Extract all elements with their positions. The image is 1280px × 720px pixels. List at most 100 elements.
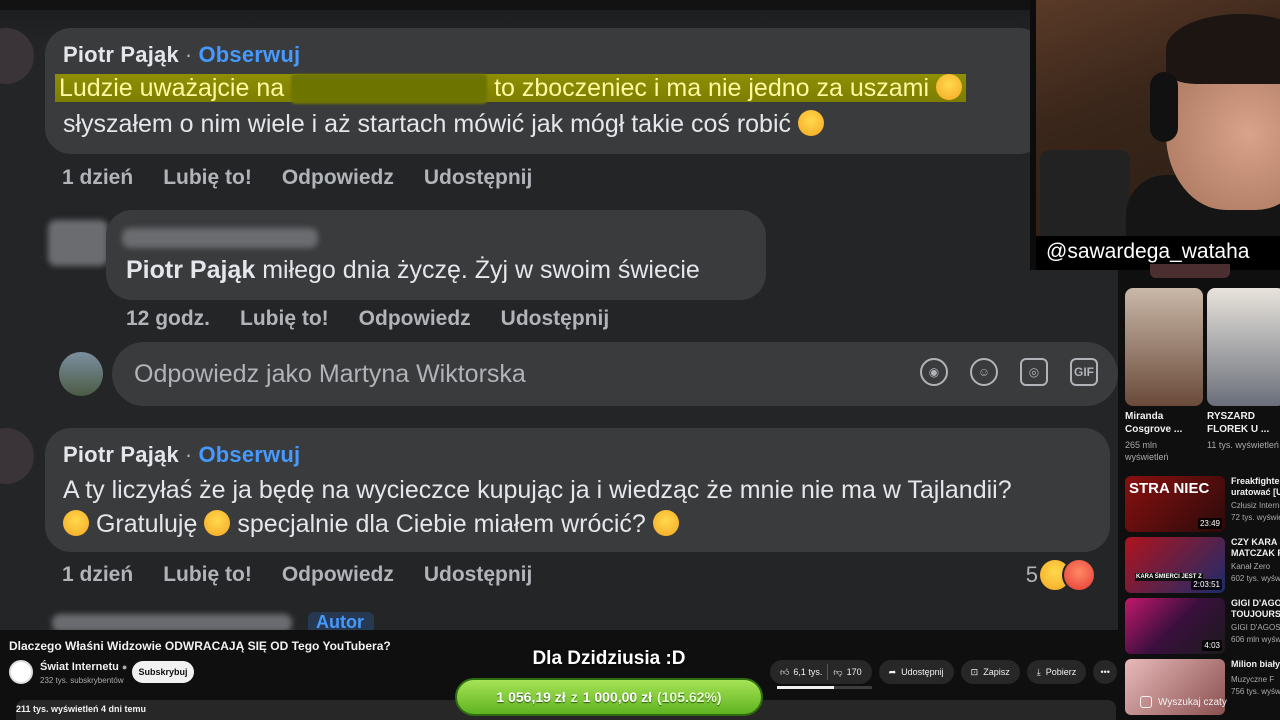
reply-bubble: Piotr Pająk miłego dnia życzę. Żyj w swo… bbox=[106, 210, 766, 300]
like-link: Lubię to! bbox=[163, 563, 252, 586]
share-link: Udostępnij bbox=[423, 563, 533, 586]
reply-actions: 12 godz. Lubię to! Odpowiedz Udostępnij bbox=[126, 307, 609, 331]
verified-icon: ● bbox=[121, 662, 128, 672]
comment-time: 1 dzień bbox=[62, 166, 134, 189]
duration: 4:03 bbox=[1202, 640, 1222, 651]
donation-goal: 1 000,00 zł bbox=[582, 689, 652, 705]
bookmark-icon: ⊡ bbox=[970, 666, 979, 677]
reaction-count: 5 bbox=[1025, 562, 1038, 587]
like-link: Lubię to! bbox=[163, 166, 252, 189]
video-thumbnail: KARA ŚMIERCI JEST Z 2:03:51 bbox=[1125, 537, 1225, 593]
redacted-avatar bbox=[48, 220, 108, 266]
redacted-author bbox=[52, 614, 292, 630]
highlighted-text: Ludzie uważajcie na to zboczeniec i ma n… bbox=[55, 74, 966, 105]
shorts-row: Miranda Cosgrove ... 265 mln wyświetleń … bbox=[1125, 288, 1280, 463]
related-video[interactable]: STRA NIEC 23:49 Freakfighter, uratować [… bbox=[1125, 476, 1280, 532]
camera-icon: ◎ bbox=[1020, 358, 1048, 386]
comment-author: Piotr Pająk bbox=[63, 442, 179, 467]
comment-bubble: Piotr Pająk · Obserwuj Ludzie uważajcie na… bbox=[45, 28, 1045, 154]
user-avatar bbox=[59, 352, 103, 396]
follow-link: Obserwuj bbox=[198, 442, 301, 467]
comment-time: 1 dzień bbox=[62, 563, 134, 586]
donation-percent: (105.62%) bbox=[656, 689, 722, 705]
donation-goal-title: Dla Dzidziusia :D bbox=[532, 648, 686, 669]
short-card[interactable]: RYSZARD FLOREK U ... 11 tys. wyświetleń bbox=[1207, 288, 1280, 463]
short-views: 11 tys. wyświetleń bbox=[1207, 440, 1279, 450]
comment-author-line: Piotr Pająk · Obserwuj bbox=[63, 442, 301, 467]
search-chats-button[interactable]: Wyszukaj czaty bbox=[1140, 696, 1227, 708]
comment-author-line: Piotr Pająk · Obserwuj bbox=[63, 42, 301, 67]
reply-link: Odpowiedz bbox=[281, 166, 394, 189]
channel-name[interactable]: Świat Internetu ● bbox=[40, 661, 127, 673]
save-button[interactable]: ⊡ Zapisz bbox=[960, 660, 1020, 684]
reply-link: Odpowiedz bbox=[358, 307, 471, 330]
short-title: RYSZARD FLOREK U ... bbox=[1207, 411, 1270, 435]
video-thumbnail: 4:03 bbox=[1125, 598, 1225, 654]
comment-text: Ludzie uważajcie na to zboczeniec i ma n… bbox=[55, 70, 966, 106]
reply-placeholder: Odpowiedz jako Martyna Wiktorska bbox=[134, 360, 526, 388]
donation-goal-bar: 1 056,19 zł z 1 000,00 zł (105.62%) bbox=[455, 678, 763, 716]
video-progress-bar[interactable] bbox=[777, 686, 872, 689]
share-link: Udostępnij bbox=[500, 307, 610, 330]
video-player[interactable]: Piotr Pająk · Obserwuj Ludzie uważajcie na… bbox=[0, 0, 1118, 630]
short-card[interactable]: Miranda Cosgrove ... 265 mln wyświetleń bbox=[1125, 288, 1203, 463]
reply-time: 12 godz. bbox=[126, 307, 211, 330]
tired-face-emoji-icon bbox=[797, 110, 824, 137]
comment-actions: 1 dzień Lubię to! Odpowiedz Udostępnij bbox=[62, 563, 532, 587]
thumbnail-fragment bbox=[1150, 264, 1230, 278]
author-badge: Autor bbox=[308, 612, 374, 630]
like-link: Lubię to! bbox=[240, 307, 329, 330]
angry-reaction-icon bbox=[1062, 558, 1096, 592]
donation-of: z bbox=[570, 689, 578, 705]
progress-fill bbox=[777, 686, 834, 689]
download-icon: ⤓ bbox=[1036, 666, 1041, 677]
action-buttons: 👍︎ 6,1 tys. 👎︎ 170 ➦ Udostępnij ⊡ Zapisz ⤓ Po… bbox=[770, 660, 1118, 684]
tired-face-emoji-icon bbox=[935, 74, 962, 101]
redacted-name bbox=[291, 74, 488, 105]
redacted-author bbox=[122, 228, 318, 248]
mention: Piotr Pająk bbox=[126, 256, 256, 284]
share-icon: ➦ bbox=[888, 666, 897, 677]
dislike-button[interactable]: 👎︎ 170 bbox=[833, 667, 861, 678]
related-video[interactable]: KARA ŚMIERCI JEST Z 2:03:51 CZY KARA Ś M… bbox=[1125, 537, 1280, 593]
like-button[interactable]: 👍︎ 6,1 tys. bbox=[780, 667, 822, 678]
share-link: Udostępnij bbox=[423, 166, 533, 189]
comment-text-line2: słyszałem o nim wiele i aż startach mówi… bbox=[63, 106, 824, 142]
reply-text: Piotr Pająk miłego dnia życzę. Żyj w swo… bbox=[126, 256, 700, 284]
emoji-icon: ☺ bbox=[970, 358, 998, 386]
short-title: Miranda Cosgrove ... bbox=[1125, 411, 1183, 435]
short-views: 265 mln wyświetleń bbox=[1125, 440, 1169, 462]
donation-raised: 1 056,19 zł bbox=[496, 689, 566, 705]
subscribe-button[interactable]: Subskrybuj bbox=[132, 661, 194, 683]
related-video[interactable]: 4:03 GIGI D'AGOST TOUJOURS ( GIGI D'AGOS… bbox=[1125, 598, 1280, 654]
webcam-overlay: @sawardega_wataha bbox=[1030, 0, 1280, 270]
follow-link: Obserwuj bbox=[198, 42, 301, 67]
views-date: 211 tys. wyświetleń 4 dni temu bbox=[16, 704, 147, 714]
thumbs-down-icon: 👎︎ bbox=[833, 666, 843, 677]
reply-link: Odpowiedz bbox=[281, 563, 394, 586]
share-button[interactable]: ➦ Udostępnij bbox=[878, 660, 954, 684]
channel-avatar[interactable] bbox=[9, 660, 33, 684]
download-button[interactable]: ⤓ Pobierz bbox=[1026, 660, 1087, 684]
gif-icon: GIF bbox=[1070, 358, 1098, 386]
short-thumbnail bbox=[1207, 288, 1280, 406]
duration: 2:03:51 bbox=[1191, 579, 1222, 590]
like-dislike-group: 👍︎ 6,1 tys. 👎︎ 170 bbox=[770, 660, 872, 684]
comment-actions: 1 dzień Lubię to! Odpowiedz Udostępnij bbox=[62, 166, 532, 190]
related-sidebar: Miranda Cosgrove ... 265 mln wyświetleń … bbox=[1118, 270, 1280, 720]
thumbs-up-icon: 👍︎ bbox=[780, 666, 790, 677]
rofl-emoji-icon bbox=[652, 510, 679, 537]
video-thumbnail: STRA NIEC 23:49 bbox=[1125, 476, 1225, 532]
comment-text-line2: Gratuluję specjalnie dla Ciebie miałem w… bbox=[63, 506, 679, 542]
astonished-emoji-icon bbox=[204, 510, 231, 537]
video-title: Dlaczego Właśni Widzowie ODWRACAJĄ SIĘ O… bbox=[9, 639, 391, 653]
chat-icon bbox=[1140, 696, 1152, 708]
avatar-sticker-icon: ◉ bbox=[920, 358, 948, 386]
webcam-image bbox=[1036, 0, 1280, 245]
more-button[interactable]: ••• bbox=[1093, 660, 1118, 684]
input-icons: ◉ ☺ ◎ GIF bbox=[920, 358, 1098, 386]
short-thumbnail bbox=[1125, 288, 1203, 406]
duration: 23:49 bbox=[1197, 518, 1222, 529]
comment-author: Piotr Pająk bbox=[63, 42, 179, 67]
rofl-emoji-icon bbox=[63, 510, 89, 537]
